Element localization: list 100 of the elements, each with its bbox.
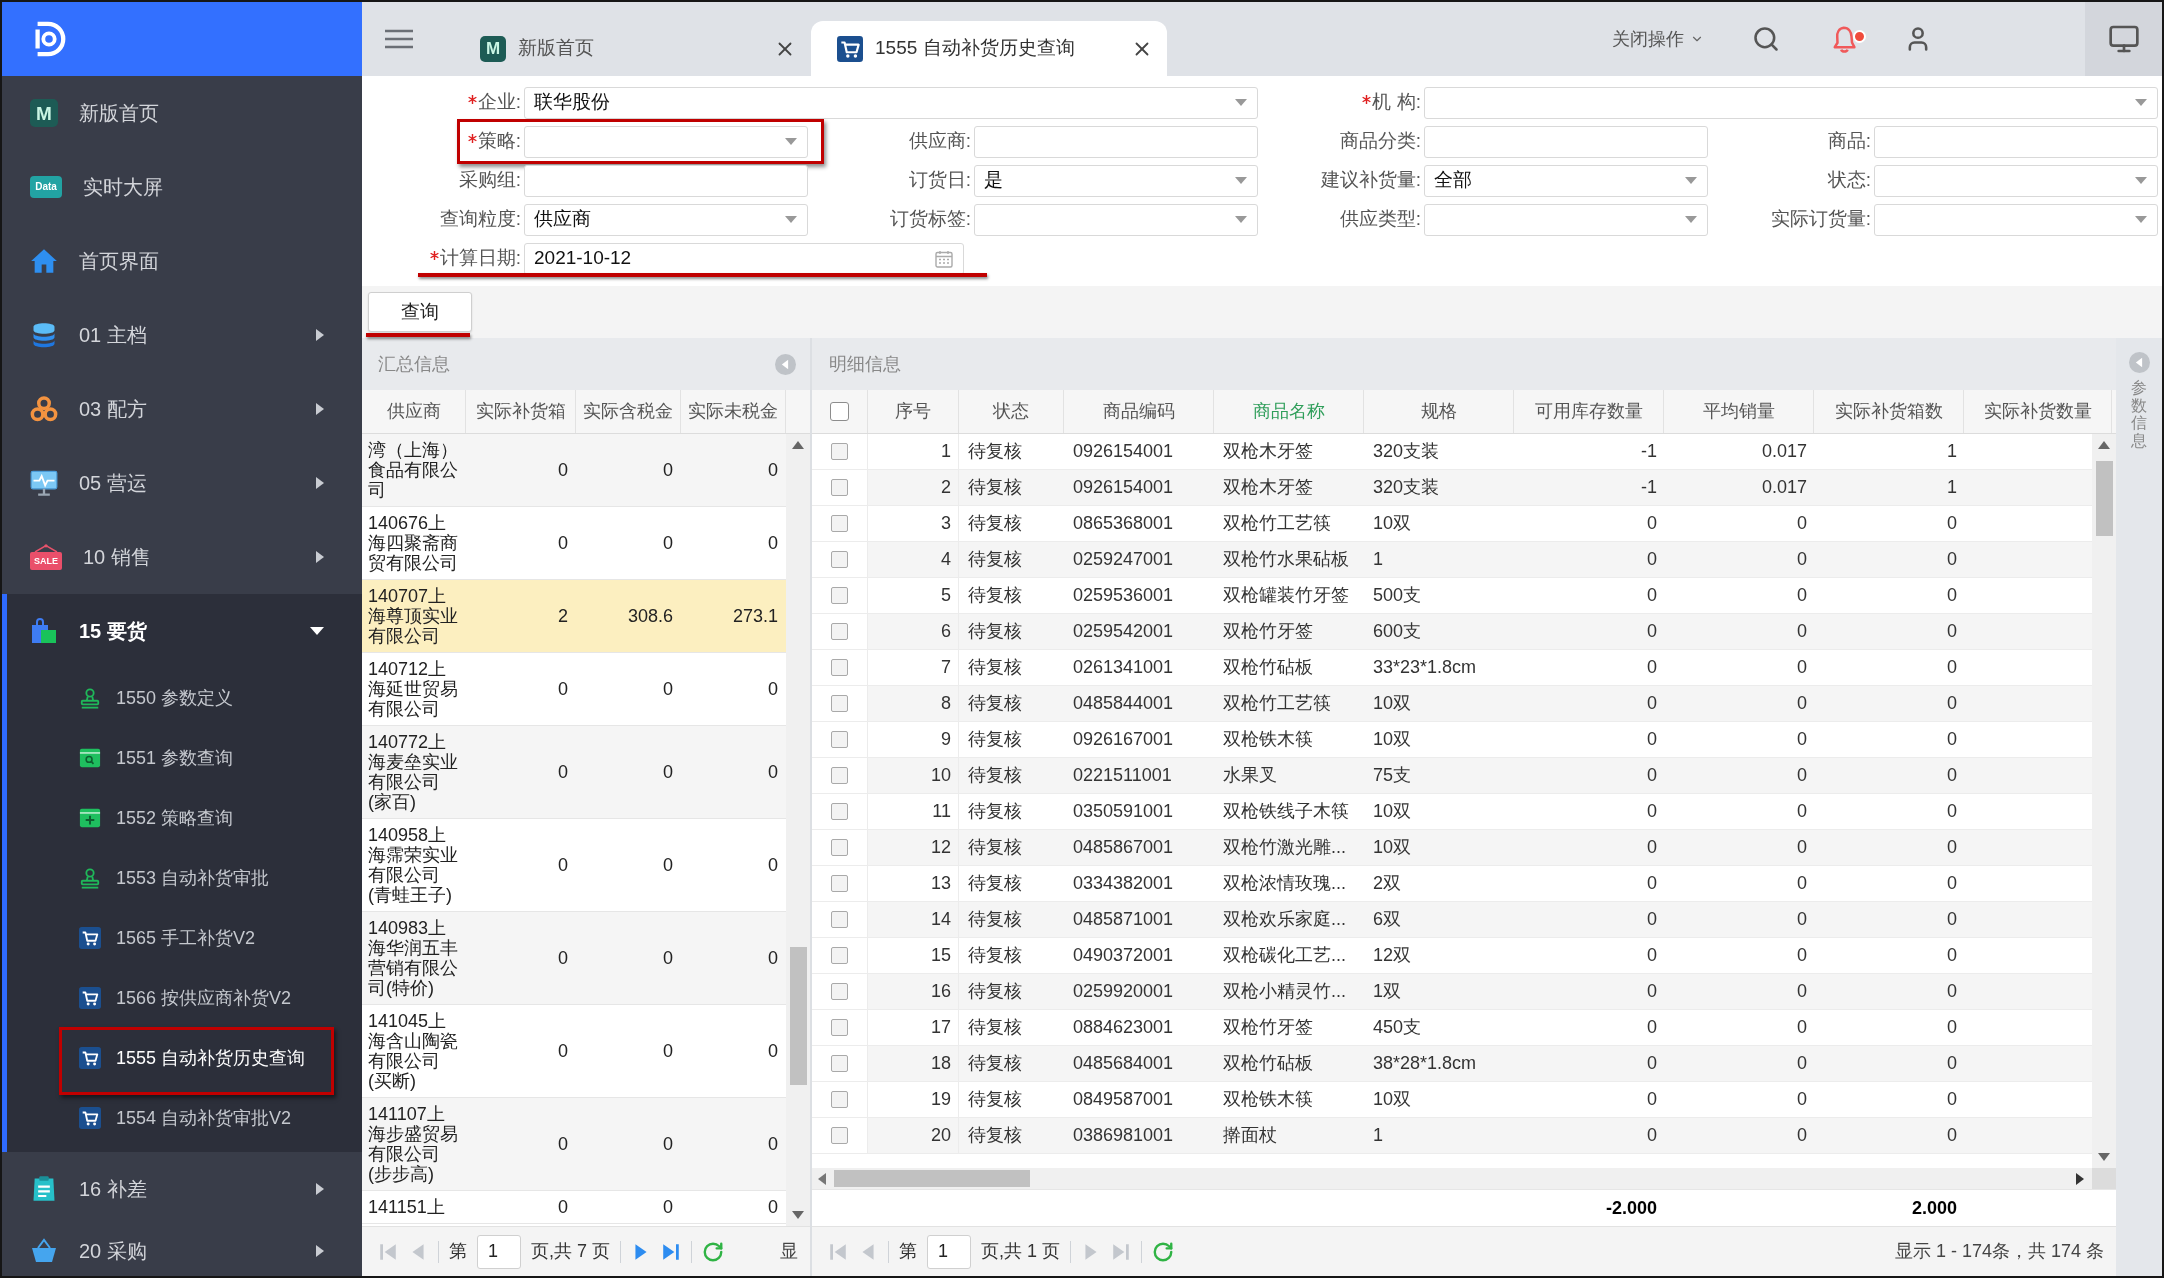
row-checkbox[interactable] — [831, 551, 848, 568]
last-page-icon[interactable] — [661, 1241, 681, 1262]
table-row[interactable]: 10 待复核 0221511001 水果叉 75支 0 0 0 — [812, 758, 2092, 794]
table-row[interactable]: 湾（上海）食品有限公司 0 0 0 — [362, 434, 786, 507]
select-field[interactable] — [1424, 86, 2158, 119]
column-header[interactable]: 可用库存数量 — [1514, 390, 1664, 433]
menu-icon[interactable] — [385, 29, 413, 49]
submenu-item[interactable]: 1553 自动补货审批 — [7, 848, 362, 908]
row-checkbox[interactable] — [831, 911, 848, 928]
date-field[interactable]: 2021-10-12 — [524, 242, 964, 275]
table-row[interactable]: 140983上海华润五丰营销有限公司(特价) 0 0 0 — [362, 912, 786, 1005]
table-row[interactable]: 141107上海步盛贸易有限公司(步步高) 0 0 0 — [362, 1098, 786, 1191]
select-field[interactable]: 全部 — [1424, 164, 1708, 197]
submenu-item[interactable]: 1552 策略查询 — [7, 788, 362, 848]
table-row[interactable]: 12 待复核 0485867001 双枪竹激光雕... 10双 0 0 0 — [812, 830, 2092, 866]
column-header[interactable]: 实际未税金 — [681, 390, 786, 433]
row-checkbox[interactable] — [831, 443, 848, 460]
sidebar-item[interactable]: 05 营运 — [2, 446, 362, 520]
submenu-item[interactable]: 1566 按供应商补货V2 — [7, 968, 362, 1028]
scroll-up-icon[interactable] — [792, 441, 804, 449]
column-header[interactable]: 规格 — [1364, 390, 1514, 433]
row-checkbox[interactable] — [831, 983, 848, 1000]
query-button[interactable]: 查询 — [368, 292, 472, 332]
table-row[interactable]: 140772上海麦垒实业有限公司(家百) 0 0 0 — [362, 726, 786, 819]
submenu-item[interactable]: 1554 自动补货审批V2 — [7, 1088, 362, 1148]
sidebar-item[interactable]: 01 主档 — [2, 298, 362, 372]
calendar-icon[interactable] — [935, 249, 953, 268]
scrollbar-thumb[interactable] — [789, 947, 807, 1085]
select-field[interactable] — [524, 125, 808, 158]
column-header[interactable]: 平均销量 — [1664, 390, 1814, 433]
column-header[interactable]: 实际补货箱数 — [1814, 390, 1964, 433]
scrollbar[interactable] — [2092, 434, 2116, 1168]
sidebar-item[interactable]: 16 补差 — [2, 1152, 362, 1226]
table-row[interactable]: 6 待复核 0259542001 双枪竹牙签 600支 0 0 0 — [812, 614, 2092, 650]
scroll-down-icon[interactable] — [2098, 1153, 2110, 1161]
column-header[interactable]: 实际含税金 — [576, 390, 681, 433]
submenu-item[interactable]: 1551 参数查询 — [7, 728, 362, 788]
row-checkbox[interactable] — [831, 1055, 848, 1072]
row-checkbox[interactable] — [831, 839, 848, 856]
table-row[interactable]: 18 待复核 0485684001 双枪竹砧板 38*28*1.8cm 0 0 0 — [812, 1046, 2092, 1082]
row-checkbox[interactable] — [831, 1019, 848, 1036]
row-checkbox[interactable] — [831, 731, 848, 748]
refresh-icon[interactable] — [702, 1240, 724, 1263]
table-row[interactable]: 1 待复核 0926154001 双枪木牙签 320支装 -1 0.017 1 — [812, 434, 2092, 470]
table-row[interactable]: 140707上海尊顶实业有限公司 2 308.6 273.1 — [362, 580, 786, 653]
scrollbar-thumb[interactable] — [2095, 461, 2113, 536]
submenu-item[interactable]: 1550 参数定义 — [7, 668, 362, 728]
column-header[interactable]: 商品编码 — [1064, 390, 1214, 433]
tab[interactable]: M 新版首页 — [462, 21, 806, 76]
row-checkbox[interactable] — [831, 1091, 848, 1108]
select-field[interactable] — [1424, 203, 1708, 236]
sidebar-item[interactable]: 首页界面 — [2, 224, 362, 298]
scrollbar-thumb[interactable] — [834, 1170, 1030, 1187]
sidebar-item[interactable]: 03 配方 — [2, 372, 362, 446]
input-field[interactable] — [1874, 125, 2158, 158]
search-icon[interactable] — [1752, 25, 1780, 53]
table-row[interactable]: 7 待复核 0261341001 双枪竹砧板 33*23*1.8cm 0 0 0 — [812, 650, 2092, 686]
row-checkbox[interactable] — [831, 947, 848, 964]
scroll-right-icon[interactable] — [2076, 1172, 2084, 1185]
page-input[interactable]: 1 — [477, 1234, 521, 1269]
table-row[interactable]: 16 待复核 0259920001 双枪小精灵竹... 1双 0 0 0 — [812, 974, 2092, 1010]
table-row[interactable]: 4 待复核 0259247001 双枪竹水果砧板 1 0 0 0 — [812, 542, 2092, 578]
row-checkbox[interactable] — [831, 1127, 848, 1144]
input-field[interactable] — [1424, 125, 1708, 158]
select-all-checkbox[interactable] — [830, 402, 849, 421]
table-row[interactable]: 20 待复核 0386981001 擀面杖 1 0 0 0 — [812, 1118, 2092, 1154]
row-checkbox[interactable] — [831, 659, 848, 676]
column-header[interactable]: 实际补货箱 — [466, 390, 576, 433]
select-field[interactable]: 联华股份 — [524, 86, 1258, 119]
scrollbar[interactable] — [786, 434, 810, 1226]
row-checkbox[interactable] — [831, 587, 848, 604]
row-checkbox[interactable] — [831, 875, 848, 892]
table-row[interactable]: 8 待复核 0485844001 双枪竹工艺筷 10双 0 0 0 — [812, 686, 2092, 722]
sidebar-item[interactable]: 20 采购 — [2, 1226, 362, 1276]
scroll-left-icon[interactable] — [818, 1172, 826, 1185]
scroll-up-icon[interactable] — [2098, 441, 2110, 449]
sidebar-item[interactable]: Data 实时大屏 — [2, 150, 362, 224]
table-row[interactable]: 13 待复核 0334382001 双枪浓情玫瑰... 2双 0 0 0 — [812, 866, 2092, 902]
row-checkbox[interactable] — [831, 623, 848, 640]
row-checkbox[interactable] — [831, 803, 848, 820]
row-checkbox[interactable] — [831, 479, 848, 496]
table-row[interactable]: 2 待复核 0926154001 双枪木牙签 320支装 -1 0.017 1 — [812, 470, 2092, 506]
column-header[interactable]: 实际补货数量 — [1964, 390, 2112, 433]
scroll-down-icon[interactable] — [792, 1211, 804, 1219]
collapse-icon[interactable] — [775, 353, 796, 375]
sidebar-item[interactable]: M 新版首页 — [2, 76, 362, 150]
refresh-icon[interactable] — [1152, 1240, 1174, 1263]
table-row[interactable]: 3 待复核 0865368001 双枪竹工艺筷 10双 0 0 0 — [812, 506, 2092, 542]
page-input[interactable]: 1 — [927, 1234, 971, 1269]
sidebar-item[interactable]: SALE 10 销售 — [2, 520, 362, 594]
collapse-icon[interactable] — [2128, 352, 2150, 373]
horizontal-scrollbar[interactable] — [812, 1168, 2092, 1189]
table-row[interactable]: 17 待复核 0884623001 双枪竹牙签 450支 0 0 0 — [812, 1010, 2092, 1046]
column-header[interactable]: 序号 — [868, 390, 959, 433]
select-field[interactable] — [1874, 203, 2158, 236]
select-field[interactable]: 供应商 — [524, 203, 808, 236]
select-field[interactable]: 是 — [974, 164, 1258, 197]
table-row[interactable]: 9 待复核 0926167001 双枪铁木筷 10双 0 0 0 — [812, 722, 2092, 758]
column-header[interactable]: 供应商 — [362, 390, 466, 433]
close-menu-button[interactable]: 关闭操作 — [1612, 25, 1704, 53]
